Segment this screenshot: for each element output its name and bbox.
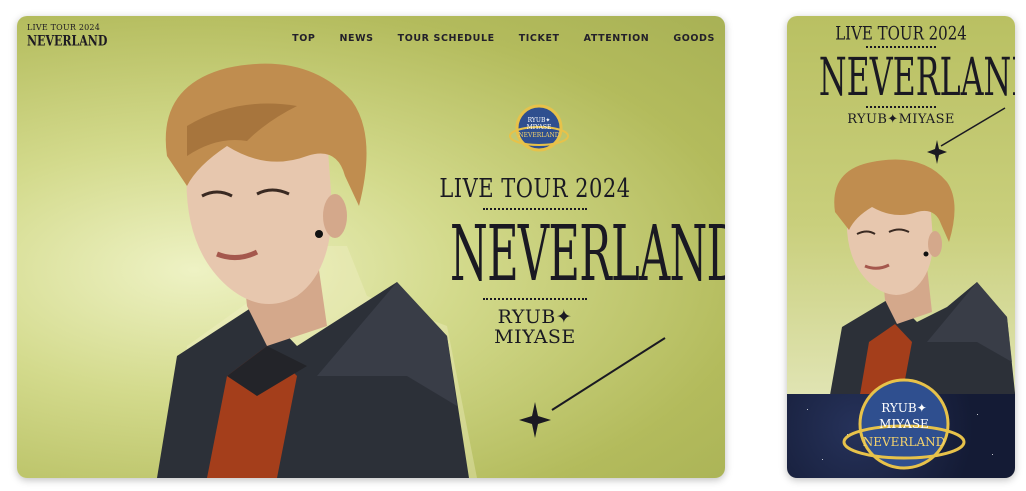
nav-attention[interactable]: ATTENTION — [584, 33, 650, 44]
mobile-subtitle: LIVE TOUR 2024 — [835, 21, 967, 45]
main-navigation: TOP NEWS TOUR SCHEDULE TICKET ATTENTION … — [292, 33, 715, 44]
planet-badge-icon: RYUB✦ MIYASE NEVERLAND — [509, 104, 569, 152]
nav-ticket[interactable]: TICKET — [519, 33, 560, 44]
hero-title: NEVERLAND — [450, 209, 725, 300]
artist-line-1: RYUB✦ — [497, 306, 573, 328]
logo-subtitle: LIVE TOUR 2024 — [27, 23, 100, 32]
nav-goods[interactable]: GOODS — [673, 33, 715, 44]
nav-tour-schedule[interactable]: TOUR SCHEDULE — [398, 33, 495, 44]
mobile-preview-card: LIVE TOUR 2024 NEVERLAND RYUB✦ MIYASE RYU… — [787, 16, 1015, 478]
mobile-title: NEVERLAND — [818, 47, 1015, 109]
hero-subtitle: LIVE TOUR 2024 — [439, 173, 631, 203]
desktop-preview-card: LIVE TOUR 2024 NEVERLAND TOP NEWS TOUR S… — [17, 16, 725, 478]
badge-text-1: RYUB✦ — [881, 401, 927, 415]
logo-title: NEVERLAND — [27, 32, 108, 50]
sparkle-star-icon — [519, 337, 666, 438]
site-logo[interactable]: LIVE TOUR 2024 NEVERLAND — [27, 23, 108, 50]
badge-text-2: MIYASE — [527, 124, 552, 131]
hero-title-block: LIVE TOUR 2024 NEVERLAND RYUB✦ MIYASE — [417, 173, 725, 348]
planet-badge-icon: RYUB✦ MIYASE NEVERLAND — [842, 378, 966, 470]
badge-text-2: MIYASE — [879, 417, 929, 431]
badge-text-1: RYUB✦ — [528, 117, 551, 124]
badge-text-3: NEVERLAND — [863, 435, 945, 449]
badge-text-3: NEVERLAND — [518, 132, 559, 139]
nav-news[interactable]: NEWS — [339, 33, 373, 44]
nav-top[interactable]: TOP — [292, 33, 315, 44]
